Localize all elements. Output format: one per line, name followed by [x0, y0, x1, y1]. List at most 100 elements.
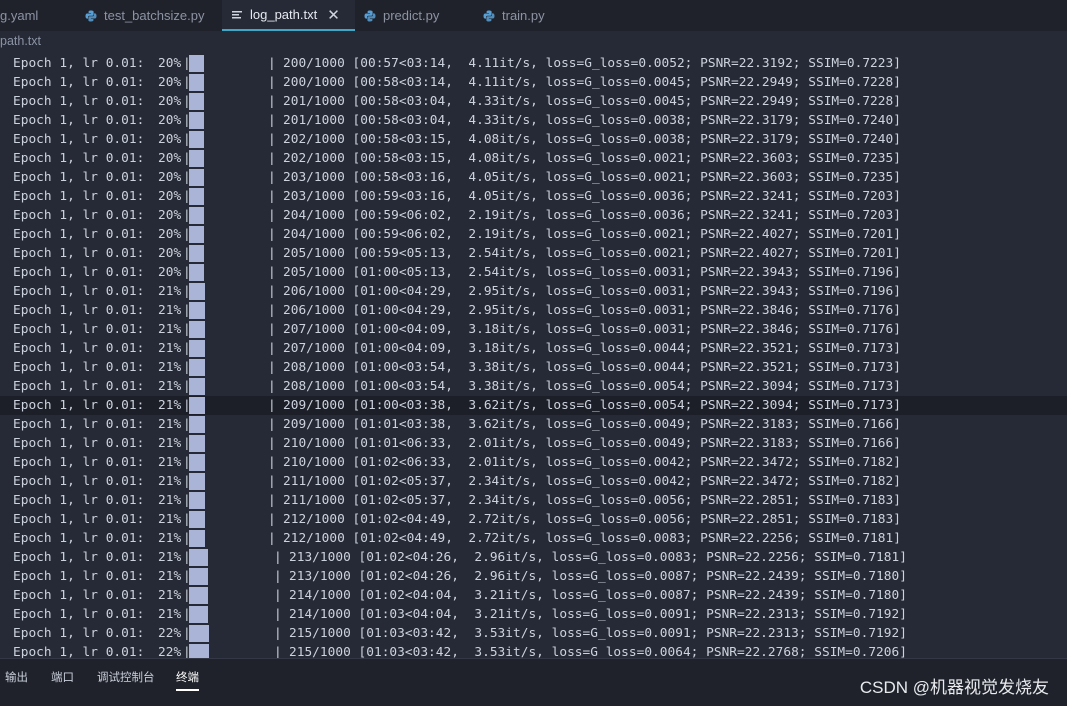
log-progress-stats: 215/1000 [01:03<03:42, 3.53it/s, loss=G_… [289, 645, 907, 658]
log-line: Epoch 1, lr 0.01: 21% | | 209/1000 [01:01<03… [0, 415, 1067, 434]
progress-bar-right-edge: | [268, 265, 276, 280]
progress-bar-fill [189, 397, 205, 414]
progress-bar-fill [189, 416, 205, 433]
log-progress-stats: 202/1000 [00:58<03:15, 4.08it/s, loss=G_… [283, 151, 901, 166]
log-progress-stats: 211/1000 [01:02<05:37, 2.34it/s, loss=G_… [283, 474, 901, 489]
log-prefix: Epoch 1, lr 0.01: [13, 588, 145, 603]
log-progress-stats: 208/1000 [01:00<03:54, 3.38it/s, loss=G_… [283, 360, 901, 375]
panel-tab[interactable]: 调试控制台 [97, 669, 155, 685]
log-progress-stats: 204/1000 [00:59<06:02, 2.19it/s, loss=G_… [283, 227, 901, 242]
progress-bar-right-edge: | [268, 474, 276, 489]
log-line: Epoch 1, lr 0.01: 20% | | 204/1000 [00:59<06… [0, 225, 1067, 244]
log-prefix: Epoch 1, lr 0.01: [13, 341, 145, 356]
progress-bar-right-edge: | [268, 417, 276, 432]
progress-bar-fill [189, 302, 205, 319]
log-line: Epoch 1, lr 0.01: 21% | | 207/1000 [01:00<04… [0, 339, 1067, 358]
log-percent: 20% [158, 75, 182, 90]
log-percent: 21% [158, 493, 182, 508]
panel-tab[interactable]: 终端 [176, 669, 199, 691]
log-line: Epoch 1, lr 0.01: 22% | | 215/1000 [01:03<03… [0, 643, 1067, 658]
panel-tab[interactable]: 输出 [5, 669, 28, 685]
progress-bar-right-edge: | [274, 645, 282, 658]
progress-bar-right-edge: | [268, 246, 276, 261]
progress-bar-right-edge: | [268, 398, 276, 413]
progress-bar-right-edge: | [268, 75, 276, 90]
log-progress-stats: 202/1000 [00:58<03:15, 4.08it/s, loss=G_… [283, 132, 901, 147]
close-icon[interactable]: ✕ [327, 6, 340, 24]
progress-bar-right-edge: | [268, 113, 276, 128]
progress-bar-right-edge: | [268, 170, 276, 185]
log-progress-stats: 212/1000 [01:02<04:49, 2.72it/s, loss=G_… [283, 512, 901, 527]
progress-bar-right-edge: | [268, 493, 276, 508]
log-percent: 21% [158, 531, 182, 546]
progress-bar-fill [189, 340, 205, 357]
log-prefix: Epoch 1, lr 0.01: [13, 246, 145, 261]
log-percent: 21% [158, 607, 182, 622]
progress-bar-right-edge: | [274, 588, 282, 603]
breadcrumb[interactable]: path.txt [0, 31, 1067, 52]
log-percent: 20% [158, 56, 182, 71]
tab-log-path-txt[interactable]: log_path.txt ✕ [222, 0, 355, 31]
progress-bar-fill [189, 245, 205, 262]
progress-bar-fill [189, 587, 208, 604]
log-prefix: Epoch 1, lr 0.01: [13, 132, 145, 147]
progress-bar-right-edge: | [268, 94, 276, 109]
log-percent: 21% [158, 379, 182, 394]
tab-label: g.yaml [0, 8, 39, 23]
log-prefix: Epoch 1, lr 0.01: [13, 531, 145, 546]
tab-bar: g.yaml test_batchsize.py log_path.txt ✕ pred… [0, 0, 1067, 31]
progress-bar-fill [189, 150, 205, 167]
progress-bar-fill [189, 226, 205, 243]
tab-label: test_batchsize.py [104, 8, 205, 23]
log-prefix: Epoch 1, lr 0.01: [13, 512, 145, 527]
progress-bar-fill [189, 549, 208, 566]
progress-bar-fill [189, 530, 205, 547]
log-percent: 20% [158, 246, 182, 261]
log-progress-stats: 207/1000 [01:00<04:09, 3.18it/s, loss=G_… [283, 322, 901, 337]
log-prefix: Epoch 1, lr 0.01: [13, 607, 145, 622]
log-percent: 21% [158, 398, 182, 413]
log-percent: 22% [158, 626, 182, 641]
log-prefix: Epoch 1, lr 0.01: [13, 398, 145, 413]
progress-bar-right-edge: | [268, 284, 276, 299]
log-progress-stats: 214/1000 [01:03<04:04, 3.21it/s, loss=G_… [289, 607, 907, 622]
log-line: Epoch 1, lr 0.01: 21% | | 212/1000 [01:02<04… [0, 510, 1067, 529]
log-line: Epoch 1, lr 0.01: 21% | | 214/1000 [01:02<04… [0, 586, 1067, 605]
log-progress-stats: 215/1000 [01:03<03:42, 3.53it/s, loss=G_… [289, 626, 907, 641]
progress-bar-fill [189, 131, 205, 148]
log-percent: 21% [158, 550, 182, 565]
watermark: CSDN @机器视觉发烧友 [859, 678, 1049, 697]
progress-bar-fill [189, 321, 205, 338]
progress-bar-right-edge: | [268, 360, 276, 375]
log-prefix: Epoch 1, lr 0.01: [13, 550, 145, 565]
log-prefix: Epoch 1, lr 0.01: [13, 455, 145, 470]
log-prefix: Epoch 1, lr 0.01: [13, 227, 145, 242]
log-progress-stats: 210/1000 [01:01<06:33, 2.01it/s, loss=G_… [283, 436, 901, 451]
log-percent: 21% [158, 512, 182, 527]
log-line: Epoch 1, lr 0.01: 22% | | 215/1000 [01:03<03… [0, 624, 1067, 643]
log-line: Epoch 1, lr 0.01: 20% | | 201/1000 [00:58<03… [0, 111, 1067, 130]
log-progress-stats: 201/1000 [00:58<03:04, 4.33it/s, loss=G_… [283, 94, 901, 109]
log-progress-stats: 206/1000 [01:00<04:29, 2.95it/s, loss=G_… [283, 303, 901, 318]
tab-g-yaml[interactable]: g.yaml [0, 0, 76, 31]
progress-bar-right-edge: | [268, 455, 276, 470]
log-prefix: Epoch 1, lr 0.01: [13, 151, 145, 166]
tab-label: log_path.txt [250, 7, 318, 22]
editor[interactable]: Epoch 1, lr 0.01: 20% | | 200/1000 [00:57<03… [0, 53, 1067, 658]
log-prefix: Epoch 1, lr 0.01: [13, 265, 145, 280]
log-line: Epoch 1, lr 0.01: 21% | | 210/1000 [01:01<06… [0, 434, 1067, 453]
progress-bar-fill [189, 511, 205, 528]
panel-tab[interactable]: 端口 [51, 669, 74, 685]
log-progress-stats: 210/1000 [01:02<06:33, 2.01it/s, loss=G_… [283, 455, 901, 470]
tab-predict-py[interactable]: predict.py [355, 0, 474, 31]
log-prefix: Epoch 1, lr 0.01: [13, 436, 145, 451]
tab-train-py[interactable]: train.py [474, 0, 574, 31]
log-line: Epoch 1, lr 0.01: 20% | | 203/1000 [00:59<03… [0, 187, 1067, 206]
progress-bar-right-edge: | [268, 436, 276, 451]
progress-bar-right-edge: | [268, 132, 276, 147]
log-progress-stats: 200/1000 [00:57<03:14, 4.11it/s, loss=G_… [283, 56, 901, 71]
log-percent: 20% [158, 265, 182, 280]
log-line: Epoch 1, lr 0.01: 21% | | 214/1000 [01:03<04… [0, 605, 1067, 624]
tab-test-batchsize-py[interactable]: test_batchsize.py [76, 0, 222, 31]
log-line: Epoch 1, lr 0.01: 21% | | 213/1000 [01:02<04… [0, 548, 1067, 567]
